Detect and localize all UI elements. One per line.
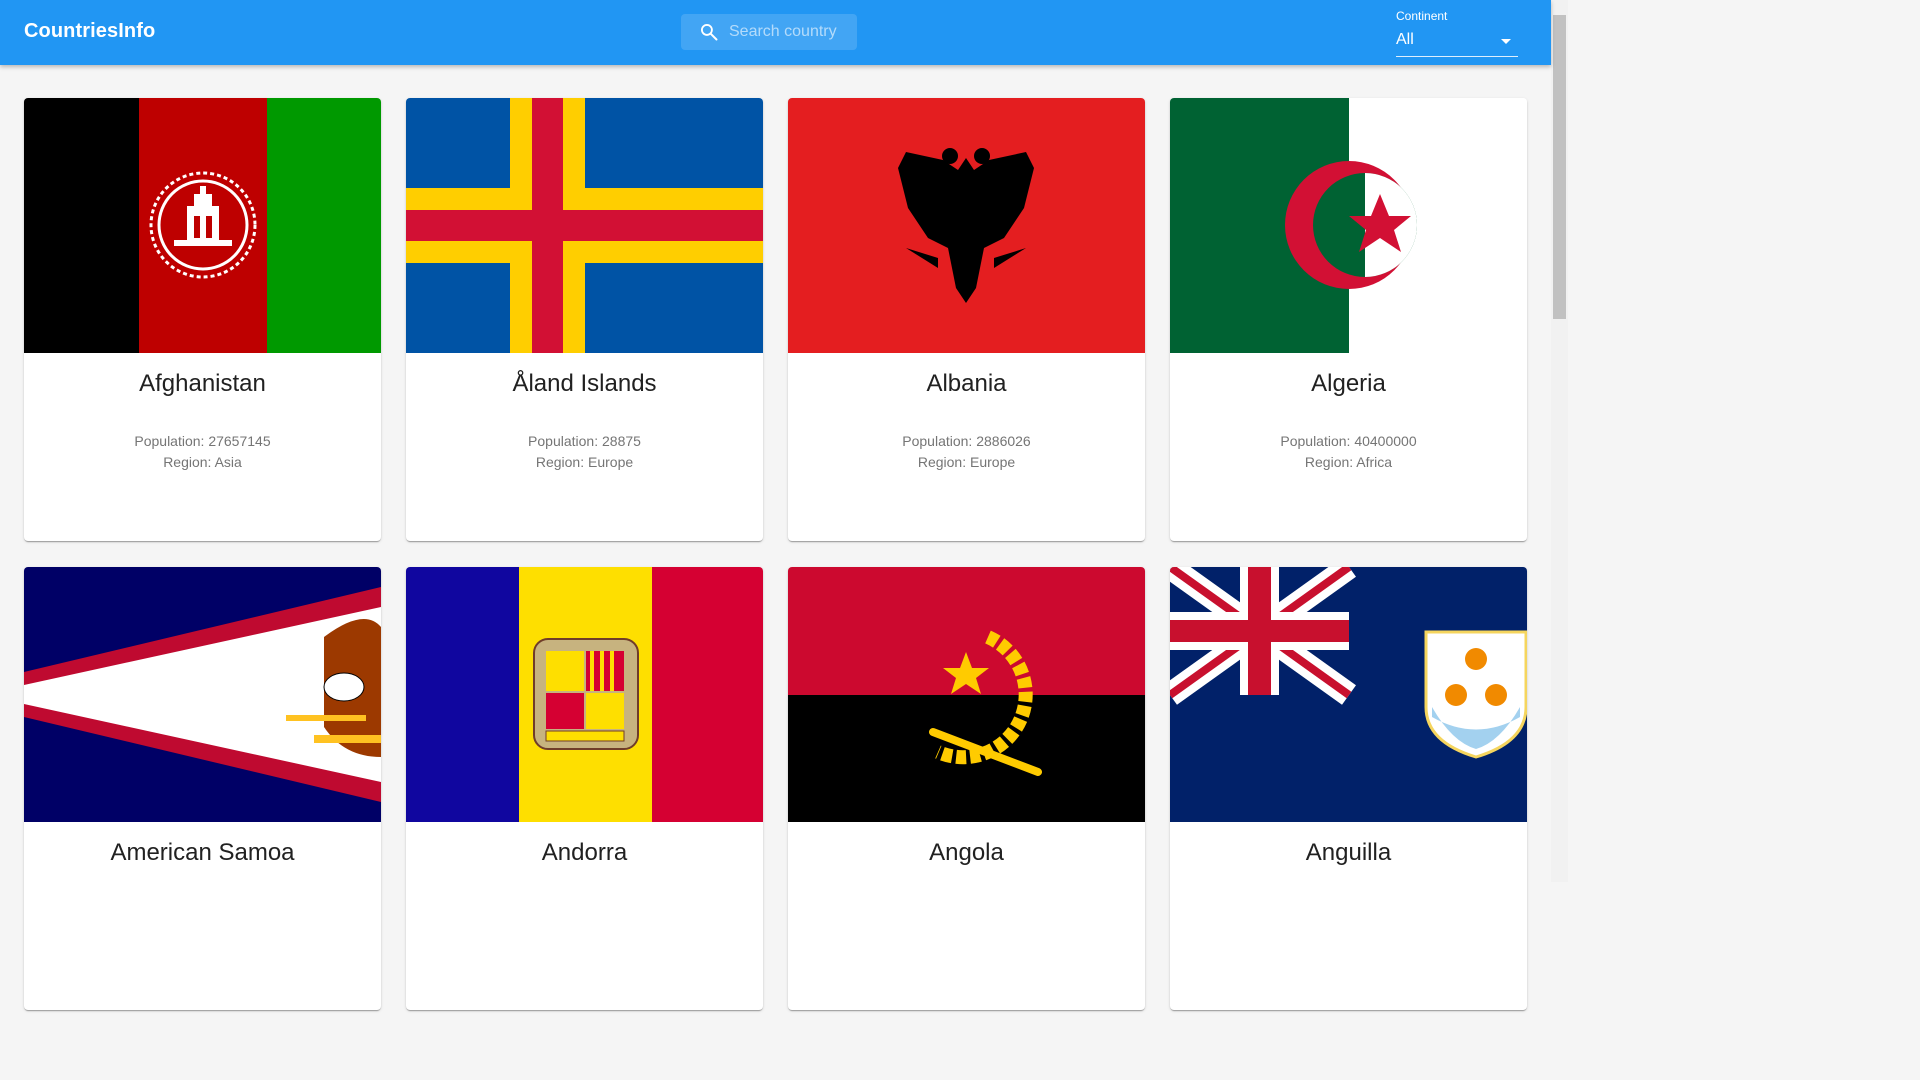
country-name[interactable]: Albania — [788, 370, 1145, 398]
region-line: Region: Europe — [917, 454, 1016, 470]
country-card[interactable]: Anguilla — [1170, 567, 1527, 1010]
country-info: Population: 40400000 Region: Africa — [1170, 431, 1527, 473]
country-name[interactable]: American Samoa — [24, 839, 381, 867]
app-title[interactable]: CountriesInfo — [24, 20, 155, 43]
scrollbar-thumb[interactable] — [1553, 15, 1566, 319]
search-input[interactable] — [729, 14, 853, 50]
country-card[interactable]: Åland Islands Population: 28875 Region: … — [406, 98, 763, 541]
country-name[interactable]: Angola — [788, 839, 1145, 867]
population-line: Population: 2886026 — [902, 433, 1031, 449]
country-name[interactable]: Åland Islands — [406, 370, 763, 398]
population-line: Population: 40400000 — [1280, 433, 1417, 449]
continent-value: All — [1396, 31, 1414, 48]
country-info: Population: 2886026 Region: Europe — [788, 431, 1145, 473]
continent-label: Continent — [1396, 9, 1448, 23]
country-card[interactable]: American Samoa — [24, 567, 381, 1010]
search-box[interactable] — [681, 14, 857, 50]
flag-image-angola — [788, 567, 1145, 822]
country-info: Population: 28875 Region: Europe — [406, 431, 763, 473]
region-line: Region: Africa — [1304, 454, 1393, 470]
country-info: Population: 27657145 Region: Asia — [24, 431, 381, 473]
flag-image-andorra — [406, 567, 763, 822]
continent-select[interactable]: All — [1396, 28, 1518, 57]
flag-image-aland-islands — [406, 98, 763, 353]
region-line: Region: Europe — [535, 454, 634, 470]
country-card[interactable]: Albania Population: 2886026 Region: Euro… — [788, 98, 1145, 541]
chevron-down-icon — [1501, 39, 1511, 44]
flag-image-albania — [788, 98, 1145, 353]
country-card[interactable]: Algeria Population: 40400000 Region: Afr… — [1170, 98, 1527, 541]
region-line: Region: Asia — [163, 454, 242, 470]
country-name[interactable]: Andorra — [406, 839, 763, 867]
country-card[interactable]: Afghanistan Population: 27657145 Region:… — [24, 98, 381, 541]
country-name[interactable]: Anguilla — [1170, 839, 1527, 867]
scrollbar[interactable] — [1551, 0, 1568, 882]
app-bar: CountriesInfo Continent All — [0, 0, 1551, 65]
flag-image-anguilla — [1170, 567, 1527, 822]
search-icon — [701, 24, 718, 41]
population-line: Population: 28875 — [528, 433, 641, 449]
flag-image-algeria — [1170, 98, 1527, 353]
population-line: Population: 27657145 — [134, 433, 271, 449]
flag-image-afghanistan — [24, 98, 381, 353]
country-name[interactable]: Afghanistan — [24, 370, 381, 398]
flag-image-american-samoa — [24, 567, 381, 822]
country-name[interactable]: Algeria — [1170, 370, 1527, 398]
country-card[interactable]: Andorra — [406, 567, 763, 1010]
country-card[interactable]: Angola — [788, 567, 1145, 1010]
